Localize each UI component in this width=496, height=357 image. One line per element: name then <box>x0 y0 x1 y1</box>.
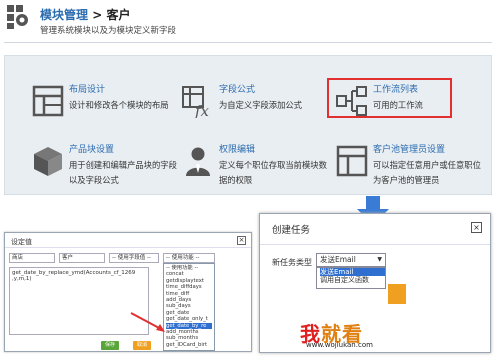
cancel-button[interactable]: 取消 <box>133 341 151 350</box>
task-type-options: 发送Email 调用自定义函数 <box>316 267 386 289</box>
header-divider <box>4 42 492 43</box>
module-select[interactable]: 商店 <box>9 253 55 263</box>
breadcrumb-separator: > <box>92 8 103 22</box>
card-field-formula[interactable]: fx 字段公式 为自定义字段添加公式 <box>181 78 331 136</box>
user-permission-icon <box>186 147 210 176</box>
action-button[interactable] <box>388 284 406 304</box>
card-permission-edit[interactable]: 权限编辑 定义每个职位存取当前模块数据的权限 <box>181 138 331 196</box>
card-title: 布局设计 <box>69 85 106 95</box>
page-title: 模块管理 > 客户 <box>40 6 130 23</box>
formula-dialog: 设定值 × 商店 客户 -- 使用字段值 -- -- 使用功能 -- get_d… <box>4 232 252 352</box>
product-box-icon <box>34 147 62 176</box>
card-title: 权限编辑 <box>219 145 256 155</box>
card-title: 客户池管理员设置 <box>373 145 446 155</box>
card-desc: 为自定义字段添加公式 <box>219 100 302 110</box>
card-desc: 可以指定任意用户或任意职位为客户池的管理员 <box>373 160 481 185</box>
task-type-option[interactable]: 调用自定义函数 <box>320 276 385 284</box>
workflow-highlight-box <box>327 78 452 118</box>
field-value-select[interactable]: -- 使用字段值 -- <box>109 253 159 263</box>
card-title: 字段公式 <box>219 85 256 95</box>
modules-gear-icon <box>7 5 28 29</box>
card-pool-admin[interactable]: 客户池管理员设置 可以指定任意用户或任意职位为客户池的管理员 <box>335 138 485 196</box>
function-option[interactable]: get_date_only_t <box>166 316 212 322</box>
settings-panel: 布局设计 设计和修改各个模块的布局 fx 字段公式 为自定义字段添加公式 工作流… <box>4 55 492 195</box>
card-desc: 设计和修改各个模块的布局 <box>69 100 169 110</box>
pool-admin-icon <box>336 145 368 177</box>
layout-grid-icon <box>32 85 64 117</box>
dialog-divider <box>260 244 490 245</box>
dialog-title: 设定值 <box>11 238 32 246</box>
task-type-option[interactable]: 发送Email <box>320 268 385 276</box>
close-icon[interactable]: × <box>471 222 482 233</box>
card-desc: 用于创建和编辑产品块的字段以及字段公式 <box>69 160 177 185</box>
function-option[interactable]: get_IDCard_birt <box>166 342 212 348</box>
create-task-dialog: 创建任务 × 新任务类型 发送Email ▼ 发送Email 调用自定义函数 <box>259 213 491 353</box>
function-dropdown-list: -- 使用功能 -- concat getdisplaytext time_di… <box>163 263 215 351</box>
card-title: 产品块设置 <box>69 145 115 155</box>
task-type-selected: 发送Email <box>320 255 356 264</box>
breadcrumb-module-manage[interactable]: 模块管理 <box>40 8 88 22</box>
task-type-label: 新任务类型 <box>272 258 312 267</box>
dialog-title: 创建任务 <box>272 225 311 236</box>
function-select[interactable]: -- 使用功能 -- <box>163 253 215 263</box>
chevron-down-icon: ▼ <box>377 256 382 263</box>
customer-select[interactable]: 客户 <box>59 253 105 263</box>
breadcrumb-current: 客户 <box>106 8 131 22</box>
page-subtitle: 管理系统模块以及为模块定义新字段 <box>40 26 177 36</box>
task-type-select[interactable]: 发送Email ▼ <box>316 253 386 267</box>
formula-fx-icon: fx <box>182 86 210 118</box>
card-layout-design[interactable]: 布局设计 设计和修改各个模块的布局 <box>31 78 181 136</box>
card-product-block[interactable]: 产品块设置 用于创建和编辑产品块的字段以及字段公式 <box>31 138 181 196</box>
card-desc: 定义每个职位存取当前模块数据的权限 <box>219 160 327 185</box>
expression-textarea[interactable]: get_date_by_replace_ymd(Accounts_cf_1269… <box>9 267 149 335</box>
pointer-arrow-icon <box>130 312 165 332</box>
close-icon[interactable]: × <box>237 236 246 245</box>
dialog-divider <box>5 247 251 248</box>
watermark-url: www.wojiukan.com <box>306 341 373 349</box>
save-button[interactable]: 保存 <box>101 341 119 350</box>
svg-text:fx: fx <box>194 102 210 118</box>
